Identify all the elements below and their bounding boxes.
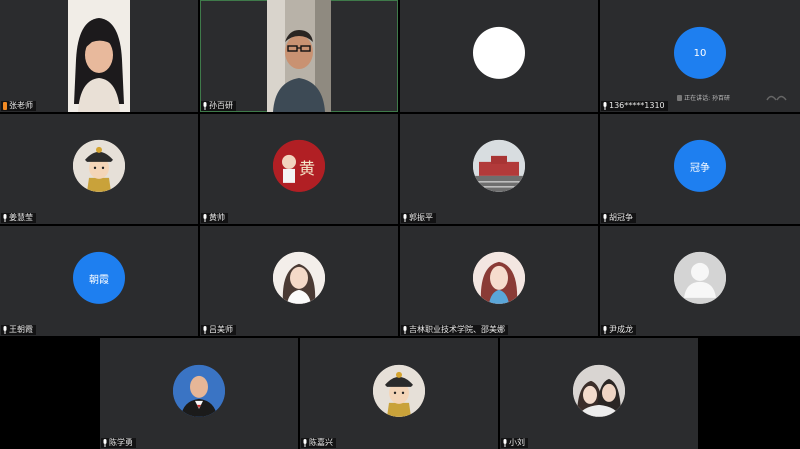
participant-name-label: 136*****1310 bbox=[601, 101, 668, 111]
participant-tile[interactable] bbox=[400, 0, 598, 112]
mic-icon bbox=[603, 102, 607, 110]
participant-tile[interactable]: 姜慧莹 bbox=[0, 114, 198, 224]
avatar bbox=[273, 251, 325, 304]
mic-icon bbox=[103, 439, 107, 447]
mic-icon bbox=[603, 326, 607, 334]
mic-icon bbox=[203, 102, 207, 110]
participant-tile[interactable]: 10 正在讲话: 孙百研 136*****1310 bbox=[600, 0, 800, 112]
participant-tile[interactable]: 吕美师 bbox=[200, 226, 398, 336]
avatar: 黄 bbox=[273, 139, 325, 192]
avatar bbox=[373, 364, 425, 417]
avatar bbox=[473, 26, 525, 79]
participant-video bbox=[68, 0, 130, 112]
participant-tile[interactable]: 朝霞 王朝霞 bbox=[0, 226, 198, 336]
participant-name-label: 郭振平 bbox=[401, 213, 436, 223]
avatar bbox=[173, 364, 225, 417]
participant-name-label: 陈嘉兴 bbox=[301, 438, 336, 448]
mic-icon bbox=[303, 439, 307, 447]
participant-tile[interactable]: 陈嘉兴 bbox=[300, 338, 498, 449]
avatar: 朝霞 bbox=[73, 251, 125, 304]
avatar bbox=[73, 139, 125, 192]
default-avatar-icon bbox=[674, 251, 726, 304]
participant-tile[interactable]: 吉林职业技术学院、邵美娜 bbox=[400, 226, 598, 336]
video-grid: 张老师 孙百研 10 正在讲话: 孙百研 136*****1310 姜慧莹 黄 … bbox=[0, 0, 800, 449]
participant-name-label: 吕美师 bbox=[201, 325, 236, 335]
avatar: 冠争 bbox=[674, 139, 726, 192]
mic-muted-icon bbox=[3, 102, 7, 110]
avatar bbox=[473, 251, 525, 304]
mic-icon bbox=[3, 214, 7, 222]
participant-name-label: 黄帅 bbox=[201, 213, 228, 223]
mic-icon bbox=[603, 214, 607, 222]
participant-name-label: 孙百研 bbox=[201, 101, 236, 111]
mic-icon bbox=[203, 214, 207, 222]
avatar-text: 黄 bbox=[299, 159, 315, 178]
participant-tile-active-speaker[interactable]: 孙百研 bbox=[200, 0, 398, 112]
participant-tile[interactable]: 小刘 bbox=[500, 338, 698, 449]
participant-tile[interactable]: 黄 黄帅 bbox=[200, 114, 398, 224]
participant-name-label: 尹成龙 bbox=[601, 325, 636, 335]
speaker-icon bbox=[677, 94, 683, 101]
participant-name-label: 王朝霞 bbox=[1, 325, 36, 335]
participant-tile[interactable]: 冠争 胡冠争 bbox=[600, 114, 800, 224]
signal-strength-icon bbox=[766, 95, 787, 101]
participant-name-label: 姜慧莹 bbox=[1, 213, 36, 223]
speaking-indicator: 正在讲话: 孙百研 bbox=[677, 93, 730, 102]
participant-name-label: 张老师 bbox=[1, 101, 36, 111]
mic-icon bbox=[403, 214, 407, 222]
avatar bbox=[473, 139, 525, 192]
mic-icon bbox=[403, 326, 407, 334]
mic-icon bbox=[203, 326, 207, 334]
participant-tile[interactable]: 陈学勇 bbox=[100, 338, 298, 449]
participant-name-label: 胡冠争 bbox=[601, 213, 636, 223]
participant-tile[interactable]: 尹成龙 bbox=[600, 226, 800, 336]
participant-name-label: 小刘 bbox=[501, 438, 528, 448]
participant-tile[interactable]: 郭振平 bbox=[400, 114, 598, 224]
mic-icon bbox=[3, 326, 7, 334]
participant-name-label: 陈学勇 bbox=[101, 438, 136, 448]
avatar: 10 bbox=[674, 26, 726, 79]
participant-name-label: 吉林职业技术学院、邵美娜 bbox=[401, 325, 508, 335]
mic-icon bbox=[503, 439, 507, 447]
avatar bbox=[573, 364, 625, 417]
participant-tile[interactable]: 张老师 bbox=[0, 0, 198, 112]
participant-video bbox=[267, 0, 331, 112]
